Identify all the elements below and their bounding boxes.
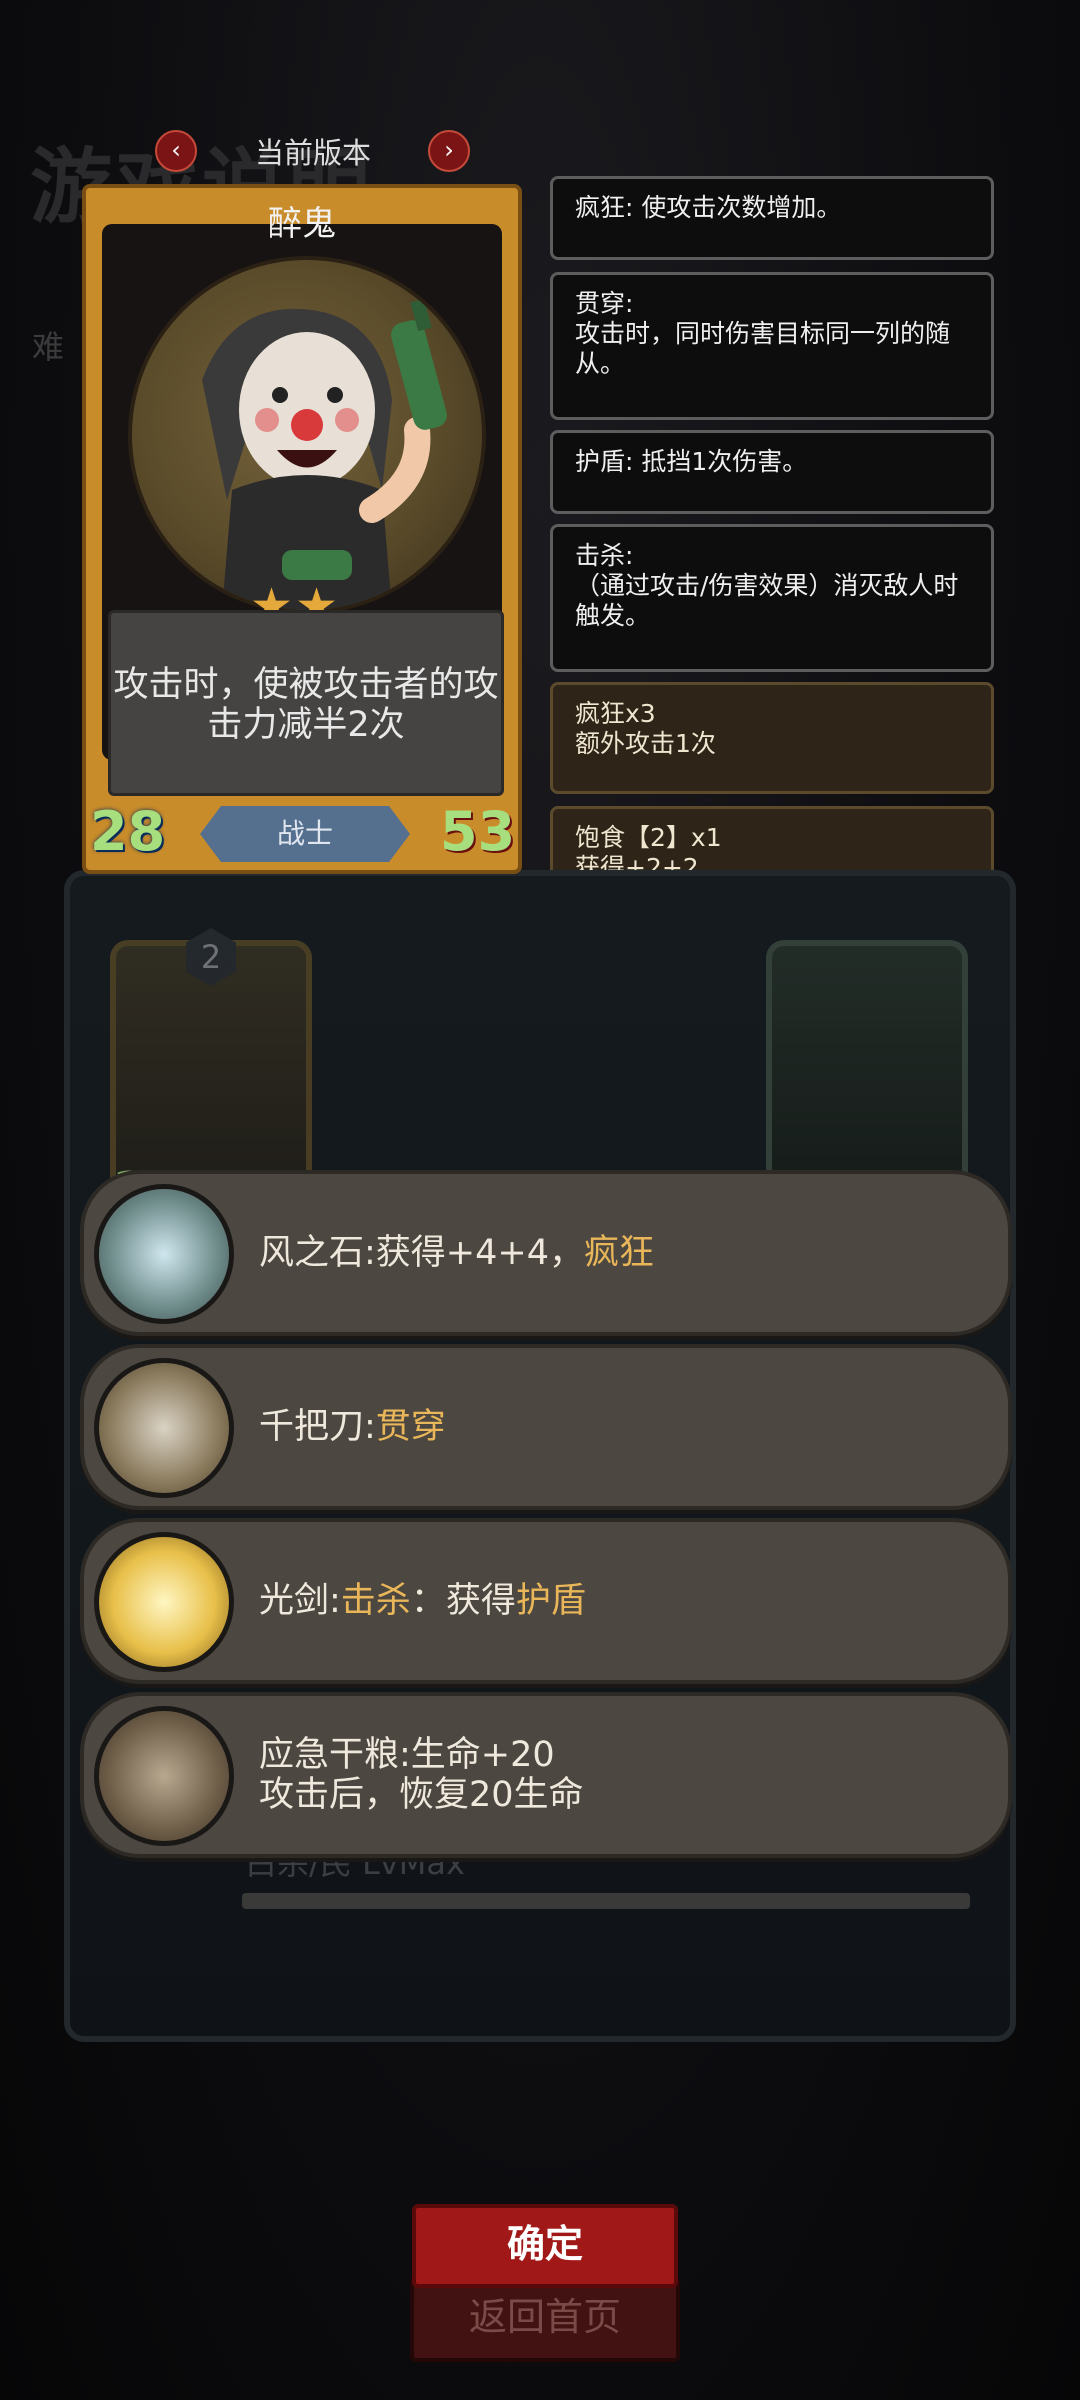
confirm-button[interactable]: 确定 bbox=[412, 2204, 678, 2288]
reward-option-wind-stone[interactable]: 风之石:获得+4+4，疯狂 bbox=[80, 1170, 1012, 1336]
ration-icon bbox=[94, 1706, 234, 1846]
card-class-tag: 战士 bbox=[200, 806, 410, 862]
card-health: 53 bbox=[440, 800, 516, 863]
keyword-panel[interactable]: 疯狂: 使攻击次数增加。 贯穿: 攻击时，同时伤害目标同一列的随从。 护盾: 抵… bbox=[540, 168, 1000, 870]
reward-keyword-2: 护盾 bbox=[515, 1581, 586, 1621]
wind-stone-icon bbox=[94, 1184, 234, 1324]
prev-version-button[interactable]: ‹ bbox=[155, 130, 197, 172]
reward-label: 千把刀: bbox=[259, 1407, 376, 1447]
return-home-button[interactable]: 返回首页 bbox=[410, 2276, 680, 2362]
reward-option-light-sword[interactable]: 光剑:击杀：获得护盾 bbox=[80, 1518, 1012, 1684]
reward-keyword: 击杀 bbox=[340, 1581, 411, 1621]
reward-option-ration[interactable]: 应急干粮:生命+20 攻击后，恢复20生命 bbox=[80, 1692, 1012, 1858]
reward-text: 光剑:击杀：获得护盾 bbox=[259, 1522, 586, 1680]
reward-text: 应急干粮:生命+20 攻击后，恢复20生命 bbox=[259, 1696, 584, 1854]
knives-icon bbox=[94, 1358, 234, 1498]
reward-label: 光剑: bbox=[259, 1581, 341, 1621]
light-sword-icon bbox=[94, 1532, 234, 1672]
buff-frenzy-x3: 疯狂x3 额外攻击1次 bbox=[550, 682, 994, 794]
board-progress-bar bbox=[242, 1893, 970, 1909]
background-side-label: 难 bbox=[32, 328, 65, 366]
reward-label: 风之石:获得+4+4， bbox=[259, 1233, 584, 1273]
reward-option-knives[interactable]: 千把刀:贯穿 bbox=[80, 1344, 1012, 1510]
keyword-frenzy: 疯狂: 使攻击次数增加。 bbox=[550, 176, 994, 260]
keyword-shield: 护盾: 抵挡1次伤害。 bbox=[550, 430, 994, 514]
card-name: 醉鬼 bbox=[268, 204, 336, 244]
reward-text: 千把刀:贯穿 bbox=[259, 1348, 446, 1506]
reward-keyword: 贯穿 bbox=[375, 1407, 446, 1447]
keyword-pierce: 贯穿: 攻击时，同时伤害目标同一列的随从。 bbox=[550, 272, 994, 420]
next-version-button[interactable]: › bbox=[428, 130, 470, 172]
drunkard-portrait bbox=[128, 256, 486, 614]
card-description-box: 攻击时，使被攻击者的攻击力减半2次 bbox=[108, 610, 504, 796]
keyword-kill: 击杀: （通过攻击/伤害效果）消灭敌人时触发。 bbox=[550, 524, 994, 672]
reward-mid-text: ：获得 bbox=[410, 1581, 516, 1621]
reward-text: 风之石:获得+4+4，疯狂 bbox=[259, 1174, 654, 1332]
reward-line2: 攻击后，恢复20生命 bbox=[259, 1775, 584, 1815]
drunkard-illustration bbox=[202, 298, 447, 610]
buff-satiety: 饱食【2】x1 获得+2+2 bbox=[550, 806, 994, 870]
card-attack: 28 bbox=[90, 800, 166, 863]
reward-keyword: 疯狂 bbox=[583, 1233, 654, 1273]
version-label: 当前版本 bbox=[255, 136, 372, 170]
card-description: 攻击时，使被攻击者的攻击力减半2次 bbox=[113, 665, 499, 745]
reward-label: 应急干粮:生命+20 bbox=[259, 1735, 555, 1775]
